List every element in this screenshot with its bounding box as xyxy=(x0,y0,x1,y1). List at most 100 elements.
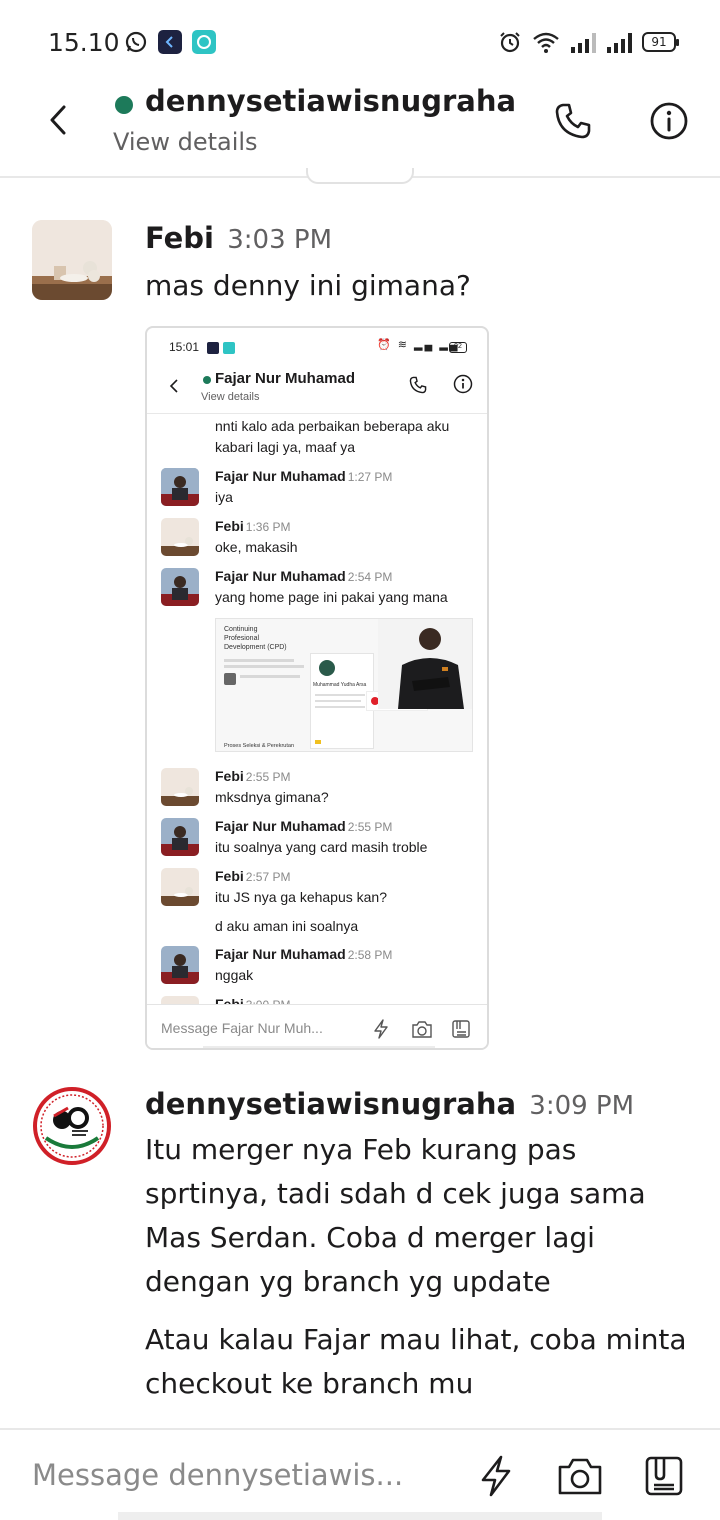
chevron-left-icon xyxy=(169,379,178,393)
message-time: 2:57 PM xyxy=(245,870,291,884)
attachment-composer-placeholder: Message Fajar Nur Muh... xyxy=(161,1020,323,1036)
avatar xyxy=(161,868,199,906)
message-time: 3:09 PM xyxy=(529,1091,635,1121)
message-time: 1:36 PM xyxy=(245,520,291,534)
attachment-status-time: 15:01 xyxy=(169,340,200,354)
message-text: mas denny ini gimana? xyxy=(145,269,471,302)
message-text: d aku aman ini soalnya xyxy=(215,918,359,934)
sender-name: Febi xyxy=(215,868,244,884)
chat-app-icon xyxy=(223,342,235,354)
shortcuts-button[interactable] xyxy=(472,1452,520,1500)
call-button[interactable] xyxy=(550,98,596,144)
avatar xyxy=(161,468,199,506)
wifi-icon xyxy=(533,32,559,53)
attachment-composer: Message Fajar Nur Muh... xyxy=(147,1004,487,1048)
message-text: Itu merger nya Feb kurang pas sprtinya, … xyxy=(145,1128,705,1304)
chat-header: dennysetiawisnugraha View details xyxy=(0,80,720,178)
avatar xyxy=(161,818,199,856)
signal-icon xyxy=(571,33,596,53)
sender-name: Fajar Nur Muhamad xyxy=(215,818,346,834)
inner-image-caption: Proses Seleksi & Perekrutan xyxy=(224,743,295,749)
chat-app-icon xyxy=(192,30,216,54)
attachment-status-bar: 15:01 ⏰ ≋ ▂▄ ▂▄ 92 xyxy=(147,328,487,366)
info-icon xyxy=(650,102,688,140)
status-bar: 15.10 91 xyxy=(0,0,720,80)
nested-image-attachment: Continuing Profesional Development (CPD)… xyxy=(215,618,473,752)
notification-icons xyxy=(124,30,216,54)
message-time: 2:55 PM xyxy=(245,770,291,784)
message-text: Atau kalau Fajar mau lihat, coba minta c… xyxy=(145,1318,705,1406)
message-line: Mas Serdan. Coba d merger lagi xyxy=(145,1221,595,1254)
message-time: 2:55 PM xyxy=(347,820,393,834)
system-icons: 91 xyxy=(498,30,679,54)
avatar xyxy=(161,946,199,984)
sender-name[interactable]: Febi xyxy=(145,221,214,255)
app-notification-icon xyxy=(158,30,182,54)
scroll-indicator xyxy=(306,168,414,184)
attachment-view-details: View details xyxy=(201,391,260,403)
message-time: 2:54 PM xyxy=(347,570,393,584)
message-line: Itu merger nya Feb kurang pas xyxy=(145,1133,577,1166)
back-button[interactable] xyxy=(38,98,78,142)
camera-icon xyxy=(412,1021,432,1038)
image-attachment[interactable]: 15:01 ⏰ ≋ ▂▄ ▂▄ 92 Fajar Nur Muhamad Vie… xyxy=(145,326,489,1050)
message-text: iya xyxy=(215,489,233,505)
battery-icon: 91 xyxy=(642,32,679,52)
online-status-dot xyxy=(203,376,211,384)
message-text: nggak xyxy=(215,967,254,983)
avatar[interactable] xyxy=(32,1086,112,1166)
signal-icon-2 xyxy=(607,33,632,53)
camera-button[interactable] xyxy=(556,1452,604,1500)
attach-button[interactable] xyxy=(640,1452,688,1500)
message-text: oke, makasih xyxy=(215,539,298,555)
message-text: nnti kalo ada perbaikan beberapa aku xyxy=(215,418,450,434)
sender-name: Fajar Nur Muhamad xyxy=(215,468,346,484)
attachment-chat-header: Fajar Nur Muhamad View details xyxy=(147,366,487,414)
sender-name: Fajar Nur Muhamad xyxy=(215,568,346,584)
message-text: itu soalnya yang card masih troble xyxy=(215,839,428,855)
phone-icon xyxy=(409,376,427,394)
info-button[interactable] xyxy=(646,98,692,144)
message-time: 2:58 PM xyxy=(347,948,393,962)
camera-icon xyxy=(558,1458,602,1495)
message-time: 3:03 PM xyxy=(227,225,332,255)
sender-name: Febi xyxy=(215,518,244,534)
inner-image-photo xyxy=(378,619,472,709)
attachment-icon xyxy=(645,1456,683,1496)
attachment-title: Fajar Nur Muhamad xyxy=(215,370,356,387)
message-line: sprtinya, tadi sdah d cek juga sama xyxy=(145,1177,646,1210)
message-line: Atau kalau Fajar mau lihat, coba minta xyxy=(145,1323,687,1356)
avatar xyxy=(161,568,199,606)
app-notification-icon xyxy=(207,342,219,354)
sender-name[interactable]: dennysetiawisnugraha xyxy=(145,1087,516,1121)
sender-name: Fajar Nur Muhamad xyxy=(215,946,346,962)
whatsapp-icon xyxy=(124,30,148,54)
attachment-icon xyxy=(452,1020,470,1038)
sender-name: Febi xyxy=(215,768,244,784)
conversation-title[interactable]: dennysetiawisnugraha xyxy=(145,84,516,118)
message-time: 1:27 PM xyxy=(347,470,393,484)
phone-icon xyxy=(555,103,591,139)
inner-image-card: Muhammad Yudha Arsa xyxy=(310,653,374,749)
chevron-left-icon xyxy=(50,105,66,135)
message-input[interactable]: Message dennysetiawis... xyxy=(32,1458,412,1492)
avatar xyxy=(161,518,199,556)
message-text: kabari lagi ya, maaf ya xyxy=(215,439,356,455)
battery-icon: 92 xyxy=(449,342,467,353)
view-details-link[interactable]: View details xyxy=(113,128,258,156)
message-text: mksdnya gimana? xyxy=(215,789,329,805)
message-line: checkout ke branch mu xyxy=(145,1367,474,1400)
message-text: yang home page ini pakai yang mana xyxy=(215,589,448,605)
message-text: itu JS nya ga kehapus kan? xyxy=(215,889,388,905)
avatar xyxy=(161,768,199,806)
status-time: 15.10 xyxy=(48,28,120,57)
lightning-icon xyxy=(481,1455,511,1497)
message-line: dengan yg branch yg update xyxy=(145,1265,551,1298)
inner-image-icon xyxy=(224,673,236,685)
system-icons: ⏰ ≋ ▂▄ ▂▄ xyxy=(377,339,460,351)
avatar[interactable] xyxy=(32,220,112,300)
online-status-dot xyxy=(115,96,133,114)
lightning-icon xyxy=(374,1019,388,1039)
message-body: dennysetiawisnugraha 3:09 PM Itu merger … xyxy=(145,1086,705,1406)
inner-image-title: Continuing Profesional Development (CPD) xyxy=(224,626,287,651)
